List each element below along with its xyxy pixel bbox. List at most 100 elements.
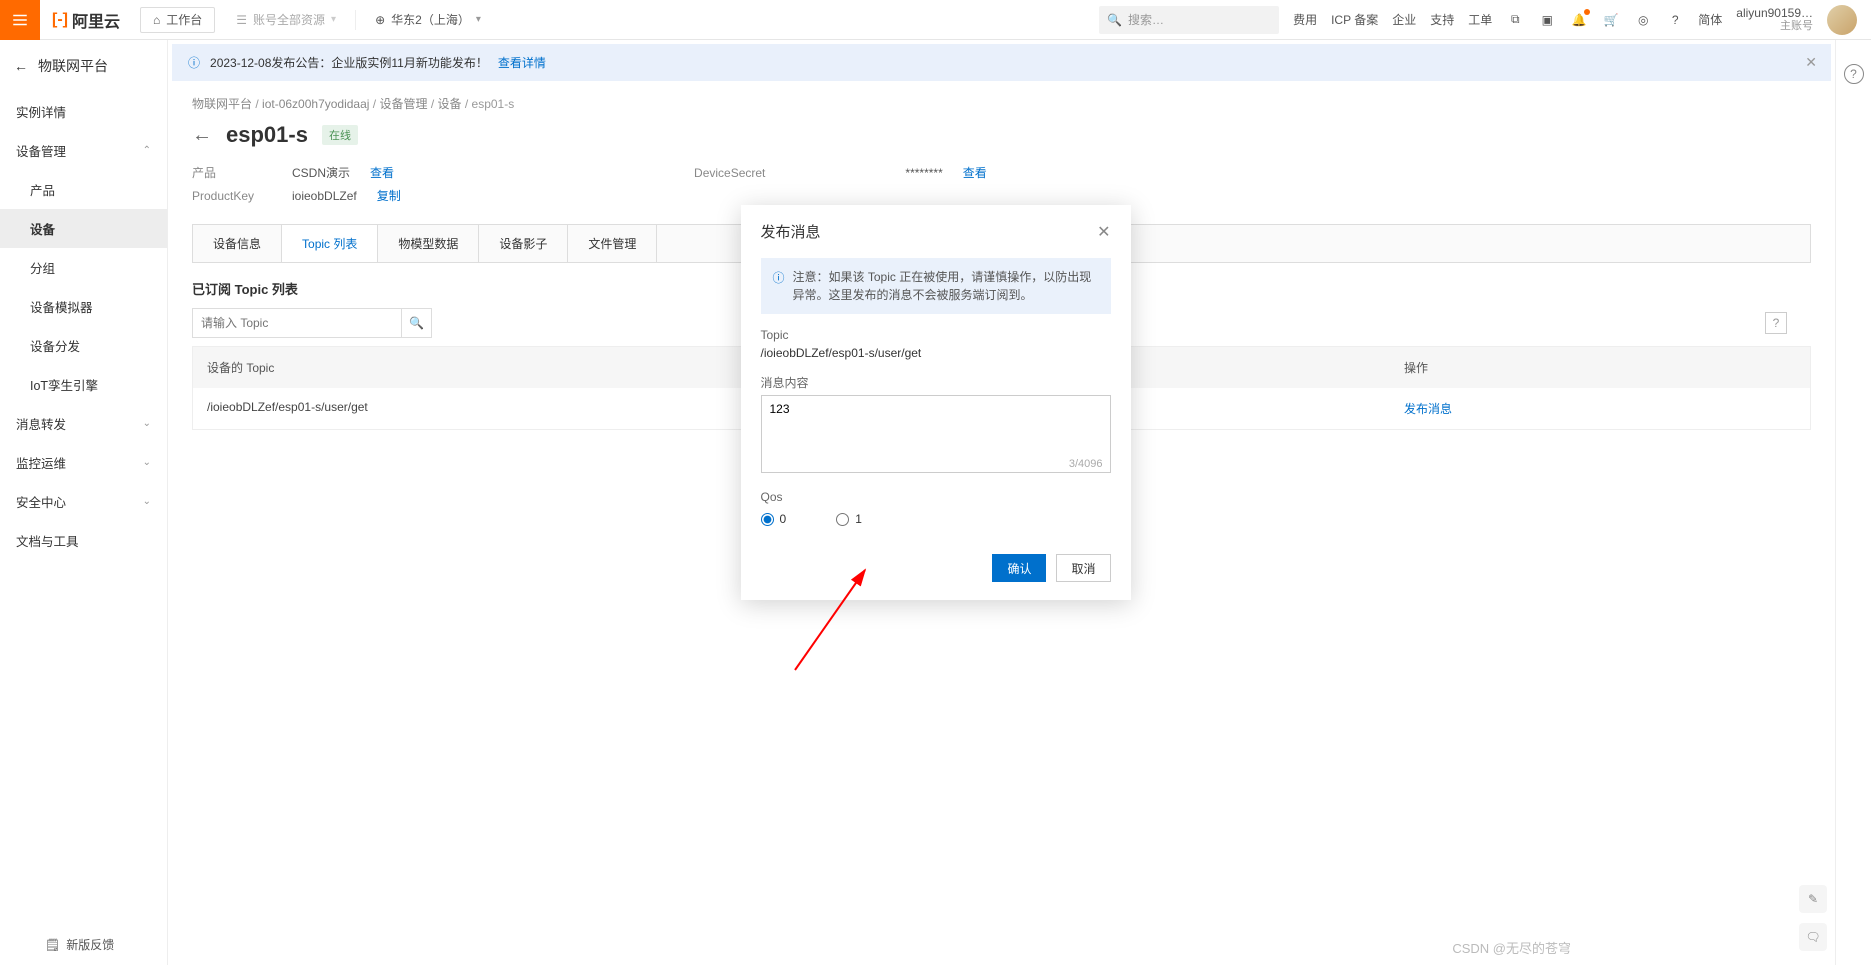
sidebar-item-iot-twin[interactable]: IoT孪生引擎 [0,365,167,404]
rail-help-icon[interactable]: ? [1844,64,1864,84]
devicesecret-label: DeviceSecret [694,166,765,180]
crumb-0[interactable]: 物联网平台 [192,97,252,111]
info-icon: ⓘ [188,54,200,71]
productkey-copy-link[interactable]: 复制 [377,187,401,204]
crumb-1[interactable]: iot-06z00h7yodidaaj [262,97,369,111]
content-label: 消息内容 [761,374,1111,391]
chevron-down-icon: ▾ [476,14,481,25]
crumb-3[interactable]: 设备 [438,97,462,111]
nav-icp[interactable]: ICP 备案 [1331,11,1378,28]
modal-warning-text: 注意：如果该 Topic 正在被使用，请谨慎操作，以防出现异常。这里发布的消息不… [793,268,1099,304]
char-counter: 3/4096 [1069,458,1103,470]
sidebar-back[interactable]: ← 物联网平台 [0,40,167,92]
product-label: 产品 [192,164,272,181]
chevron-down-icon: ⌄ [143,496,151,507]
qos-label: Qos [761,490,1111,504]
banner-close-icon[interactable]: ✕ [1805,54,1817,71]
qos-radio-0[interactable] [761,513,774,526]
topic-search-button[interactable]: 🔍 [402,308,432,338]
tab-device-info[interactable]: 设备信息 [193,225,282,262]
brand-logo[interactable]: [-] 阿里云 [52,8,120,32]
region-selector[interactable]: ⊕ 华东2（上海） ▾ [362,7,494,33]
topic-label: Topic [761,328,1111,342]
product-view-link[interactable]: 查看 [370,164,394,181]
account-info[interactable]: aliyun90159… 主账号 [1736,7,1813,32]
sidebar-item-instance[interactable]: 实例详情 [0,92,167,131]
global-search[interactable]: 🔍 搜索… [1099,6,1279,34]
search-placeholder: 搜索… [1128,11,1164,28]
cloud-shell-icon[interactable]: ⧉ [1506,11,1524,29]
topic-value: /ioieobDLZef/esp01-s/user/get [761,346,1111,360]
qos-option-0[interactable]: 0 [761,512,787,526]
devicesecret-view-link[interactable]: 查看 [963,164,987,181]
terminal-icon[interactable]: ▣ [1538,11,1556,29]
nav-support[interactable]: 支持 [1430,11,1454,28]
tab-shadow[interactable]: 设备影子 [479,225,568,262]
publish-link[interactable]: 发布消息 [1390,388,1810,429]
search-icon: 🔍 [409,316,424,330]
sidebar-item-security[interactable]: 安全中心⌄ [0,482,167,521]
title-row: ← esp01-s 在线 [168,122,1835,164]
sidebar-item-simulator[interactable]: 设备模拟器 [0,287,167,326]
col-op: 操作 [1390,347,1810,388]
sidebar-item-docs[interactable]: 文档与工具 [0,521,167,560]
qos-radio-1[interactable] [836,513,849,526]
sidebar-item-dispatch[interactable]: 设备分发 [0,326,167,365]
modal-title: 发布消息 [761,221,821,242]
crumb-2[interactable]: 设备管理 [379,97,427,111]
account-type: 主账号 [1780,20,1813,32]
product-value: CSDN演示 [292,164,350,181]
avatar[interactable] [1827,5,1857,35]
chevron-down-icon: ⌄ [143,457,151,468]
publish-message-modal: 发布消息 ✕ ⓘ 注意：如果该 Topic 正在被使用，请谨慎操作，以防出现异常… [741,205,1131,600]
globe-icon: ⊕ [375,13,385,27]
bell-icon[interactable]: 🔔 [1570,11,1588,29]
banner-link[interactable]: 查看详情 [498,54,546,71]
sidebar-title: 物联网平台 [38,56,108,76]
productkey-label: ProductKey [192,189,272,203]
float-icons: ✎ 🗨 [1799,885,1827,951]
waypoint-icon[interactable]: ◎ [1634,11,1652,29]
top-header: [-] 阿里云 ⌂ 工作台 ☰ 账号全部资源 ▾ ⊕ 华东2（上海） ▾ 🔍 搜… [0,0,1871,40]
tab-topic-list[interactable]: Topic 列表 [282,225,378,262]
nav-ticket[interactable]: 工单 [1468,11,1492,28]
modal-close-icon[interactable]: ✕ [1097,222,1110,242]
sidebar-item-group[interactable]: 分组 [0,248,167,287]
help-icon[interactable]: ? [1666,11,1684,29]
cart-icon[interactable]: 🛒 [1602,11,1620,29]
list-icon: ☰ [236,13,247,27]
chevron-down-icon: ⌄ [143,418,151,429]
sidebar-item-msg-route[interactable]: 消息转发⌄ [0,404,167,443]
hamburger-button[interactable] [0,0,40,40]
language-toggle[interactable]: 简体 [1698,11,1722,28]
workspace-label: 工作台 [166,11,202,28]
sidebar-item-device[interactable]: 设备 [0,209,167,248]
chat-icon[interactable]: 🗨 [1799,923,1827,951]
nav-enterprise[interactable]: 企业 [1392,11,1416,28]
chevron-down-icon: ▾ [331,14,336,25]
resource-scope-label: 账号全部资源 [253,11,325,28]
topic-search-input[interactable] [192,308,402,338]
region-label: 华东2（上海） [391,11,470,28]
resource-scope-button[interactable]: ☰ 账号全部资源 ▾ [223,7,349,33]
sidebar: ← 物联网平台 实例详情 设备管理⌃ 产品 设备 分组 设备模拟器 设备分发 I… [0,40,168,965]
sidebar-item-monitor[interactable]: 监控运维⌄ [0,443,167,482]
help-question-icon[interactable]: ? [1765,312,1787,334]
chevron-up-icon: ⌃ [143,145,151,156]
sidebar-item-product[interactable]: 产品 [0,170,167,209]
note-icon: 🗒 [45,938,60,952]
tab-files[interactable]: 文件管理 [568,225,657,262]
banner-text: 2023-12-08发布公告：企业版实例11月新功能发布！ [210,54,488,71]
qos-option-1[interactable]: 1 [836,512,862,526]
sidebar-item-device-mgmt[interactable]: 设备管理⌃ [0,131,167,170]
nav-fee[interactable]: 费用 [1293,11,1317,28]
confirm-button[interactable]: 确认 [992,554,1046,582]
back-arrow-icon[interactable]: ← [192,124,212,147]
cancel-button[interactable]: 取消 [1056,554,1110,582]
workspace-button[interactable]: ⌂ 工作台 [140,7,215,33]
feedback-link[interactable]: 🗒 新版反馈 [45,936,114,953]
edit-icon[interactable]: ✎ [1799,885,1827,913]
tab-thing-model[interactable]: 物模型数据 [378,225,479,262]
productkey-value: ioieobDLZef [292,189,357,203]
message-content-textarea[interactable] [761,395,1111,473]
